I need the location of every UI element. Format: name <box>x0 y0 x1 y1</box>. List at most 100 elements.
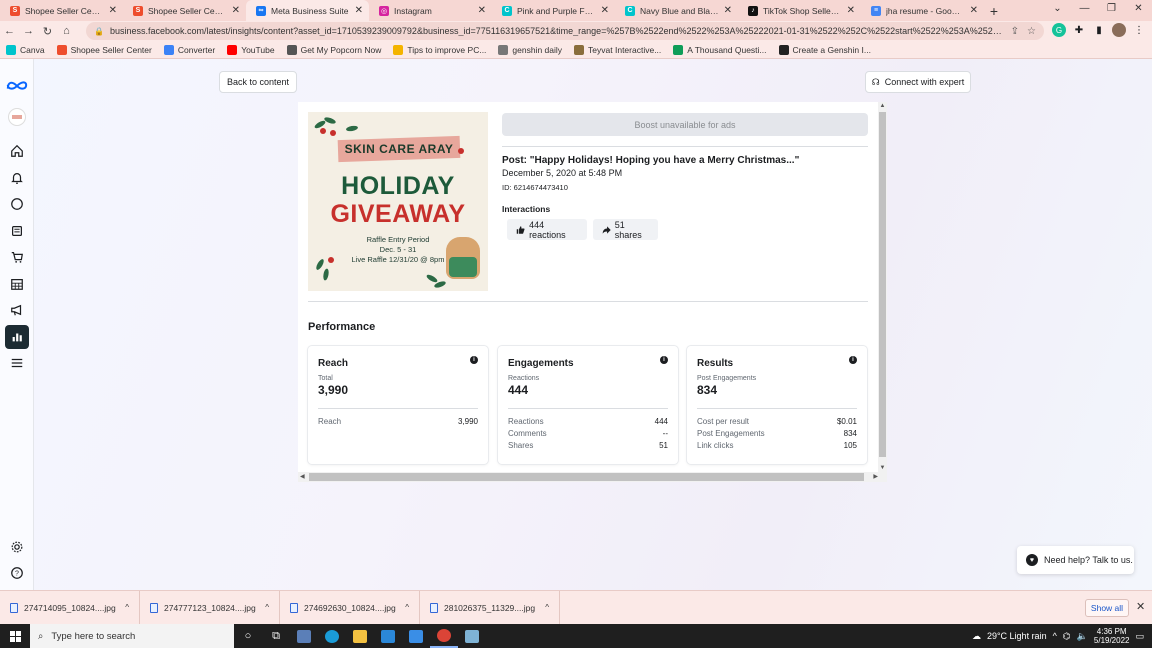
need-help-button[interactable]: ♥ Need help? Talk to us. <box>1017 546 1134 574</box>
browser-tab[interactable]: S Shopee Seller Center ✕ <box>0 0 123 21</box>
browser-tab[interactable]: C Pink and Purple Feminine ✕ <box>492 0 615 21</box>
scroll-right-arrow-icon[interactable]: ▶ <box>873 472 878 482</box>
grammarly-icon[interactable]: G <box>1052 23 1066 37</box>
tab-close-icon[interactable]: ✕ <box>232 5 240 16</box>
download-item[interactable]: 274692630_10824....jpg ^ <box>280 590 420 625</box>
browser-tab[interactable]: ◎ Instagram ✕ <box>369 0 492 21</box>
page-avatar[interactable] <box>7 107 27 127</box>
task-view-icon[interactable]: ⧉ <box>262 624 290 648</box>
profile-avatar-icon[interactable] <box>1112 23 1126 37</box>
weather-cloud-icon[interactable]: ☁ <box>972 631 981 642</box>
help-question-icon[interactable]: ? <box>7 563 27 583</box>
ads-megaphone-icon[interactable] <box>7 300 27 320</box>
inbox-chat-icon[interactable] <box>7 194 27 214</box>
browser-tab[interactable]: ≡ jha resume - Google Docs ✕ <box>861 0 984 21</box>
home-nav-icon[interactable] <box>7 141 27 161</box>
chevron-up-icon[interactable]: ^ <box>265 603 269 612</box>
notifications-icon[interactable]: ▭ <box>1135 631 1144 642</box>
scroll-down-arrow-icon[interactable]: ▼ <box>878 465 887 471</box>
taskbar-search-box[interactable]: ⌕ Type here to search <box>30 624 234 648</box>
browser-tab[interactable]: ♪ TikTok Shop Seller Sign Up ✕ <box>738 0 861 21</box>
new-tab-button[interactable]: + <box>984 0 1004 21</box>
download-item[interactable]: 281026375_11329....jpg ^ <box>420 590 560 625</box>
extensions-puzzle-icon[interactable]: ✚ <box>1072 23 1086 37</box>
clock[interactable]: 4:36 PM 5/19/2022 <box>1094 627 1130 645</box>
show-all-downloads-button[interactable]: Show all <box>1085 599 1129 617</box>
bookmark-item[interactable]: Canva <box>6 44 45 55</box>
browser-tab[interactable]: C Navy Blue and Black Profe ✕ <box>615 0 738 21</box>
tab-close-icon[interactable]: ✕ <box>601 5 609 16</box>
notifications-bell-icon[interactable] <box>7 168 27 188</box>
edge-browser-icon[interactable] <box>318 624 346 648</box>
back-to-content-button[interactable]: Back to content <box>219 71 297 93</box>
bookmark-item[interactable]: Create a Genshin I... <box>778 44 871 55</box>
mail-icon[interactable] <box>402 624 430 648</box>
info-icon[interactable]: i <box>849 356 857 364</box>
vertical-scrollbar[interactable]: ▲ ▼ <box>878 102 887 472</box>
network-icon[interactable]: ⌬ <box>1063 631 1071 642</box>
close-window-button[interactable]: ✕ <box>1125 0 1152 21</box>
url-text[interactable]: business.facebook.com/latest/insights/co… <box>110 26 1003 36</box>
bookmark-item[interactable]: Shopee Seller Center <box>56 44 152 55</box>
sidepanel-icon[interactable]: ▮ <box>1092 23 1106 37</box>
forward-arrow-icon[interactable]: → <box>19 25 38 37</box>
download-item[interactable]: 274714095_10824....jpg ^ <box>0 590 140 625</box>
scroll-up-arrow-icon[interactable]: ▲ <box>878 103 887 109</box>
address-bar[interactable]: 🔒 business.facebook.com/latest/insights/… <box>86 22 1044 40</box>
horizontal-scroll-thumb[interactable] <box>309 473 864 481</box>
bookmark-star-icon[interactable]: ☆ <box>1027 26 1036 37</box>
post-image[interactable]: SKIN CARE ARAY HOLIDAY GIVEAWAY Raffle E… <box>308 112 488 291</box>
bookmark-item[interactable]: Get My Popcorn Now <box>286 44 381 55</box>
tab-close-icon[interactable]: ✕ <box>847 5 855 16</box>
commerce-cart-icon[interactable] <box>7 247 27 267</box>
vertical-scroll-thumb[interactable] <box>879 112 886 457</box>
start-button[interactable] <box>0 624 30 648</box>
bookmark-item[interactable]: genshin daily <box>498 44 562 55</box>
lock-icon[interactable]: 🔒 <box>94 27 104 36</box>
cortana-icon[interactable]: ○ <box>234 624 262 648</box>
widgets-app-icon[interactable] <box>290 624 318 648</box>
tab-close-icon[interactable]: ✕ <box>970 5 978 16</box>
restore-button[interactable]: ❐ <box>1098 0 1125 21</box>
back-arrow-icon[interactable]: ← <box>0 25 19 37</box>
browser-tab[interactable]: S Shopee Seller Center ✕ <box>123 0 246 21</box>
info-icon[interactable]: i <box>470 356 478 364</box>
download-item[interactable]: 274777123_10824....jpg ^ <box>140 590 280 625</box>
chevron-up-icon[interactable]: ^ <box>405 603 409 612</box>
bookmark-item[interactable]: Tips to improve PC... <box>393 44 486 55</box>
browser-menu-icon[interactable]: ⋮ <box>1132 23 1146 37</box>
bookmark-item[interactable]: YouTube <box>227 44 275 55</box>
settings-gear-icon[interactable] <box>7 537 27 557</box>
weather-text[interactable]: 29°C Light rain <box>987 631 1047 641</box>
minimize-button[interactable]: — <box>1071 0 1098 21</box>
bookmark-item[interactable]: A Thousand Questi... <box>673 44 767 55</box>
all-tools-menu-icon[interactable] <box>7 353 27 373</box>
tab-close-icon[interactable]: ✕ <box>478 5 486 16</box>
scroll-left-arrow-icon[interactable]: ◀ <box>300 472 305 482</box>
chevron-up-icon[interactable]: ^ <box>545 603 549 612</box>
tray-chevron-icon[interactable]: ^ <box>1053 631 1057 641</box>
close-downloads-icon[interactable]: ✕ <box>1136 600 1145 613</box>
app-icon[interactable] <box>458 624 486 648</box>
planner-calendar-icon[interactable] <box>7 274 27 294</box>
tab-close-icon[interactable]: ✕ <box>724 5 732 16</box>
meta-logo-icon[interactable] <box>6 75 28 95</box>
connect-with-expert-button[interactable]: ☊ Connect with expert <box>865 71 971 93</box>
volume-icon[interactable]: 🔈 <box>1077 631 1088 642</box>
microsoft-store-icon[interactable] <box>374 624 402 648</box>
chevron-up-icon[interactable]: ^ <box>125 603 129 612</box>
tab-close-icon[interactable]: ✕ <box>109 5 117 16</box>
bookmark-item[interactable]: Converter <box>163 44 215 55</box>
bookmark-item[interactable]: Teyvat Interactive... <box>574 44 661 55</box>
insights-chart-icon[interactable] <box>5 325 29 349</box>
browser-tab[interactable]: ∞ Meta Business Suite ✕ <box>246 0 369 21</box>
info-icon[interactable]: i <box>660 356 668 364</box>
content-posts-icon[interactable] <box>7 221 27 241</box>
share-icon[interactable]: ⇪ <box>1011 26 1019 37</box>
home-icon[interactable]: ⌂ <box>57 25 76 37</box>
reload-icon[interactable]: ↻ <box>38 25 57 38</box>
chrome-icon[interactable] <box>430 624 458 648</box>
horizontal-scrollbar[interactable]: ◀ ▶ <box>298 472 887 482</box>
tab-search-icon[interactable]: ⌄ <box>1044 0 1071 21</box>
tab-close-icon[interactable]: ✕ <box>355 5 363 16</box>
